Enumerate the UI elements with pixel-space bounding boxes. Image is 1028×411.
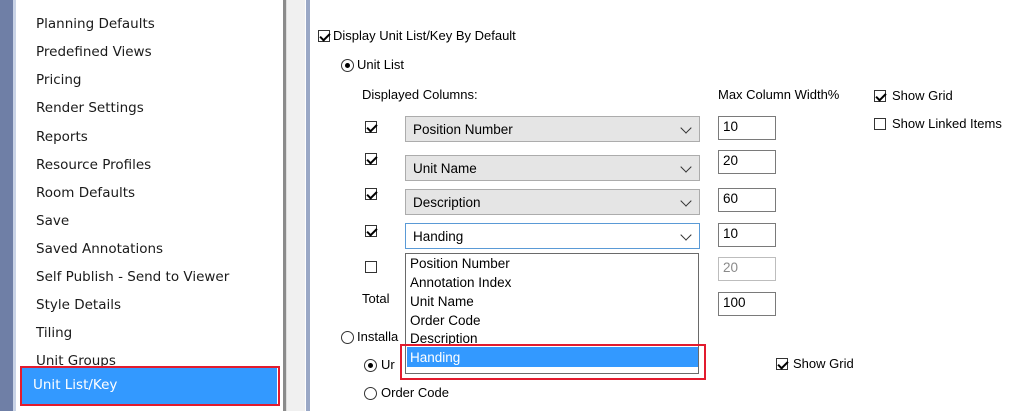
column-2-value: Unit Name xyxy=(413,161,477,176)
sidebar-item-self-publish[interactable]: Self Publish - Send to Viewer xyxy=(36,269,229,285)
show-grid-checkbox[interactable] xyxy=(874,90,886,102)
column-4-width-input[interactable]: 10 xyxy=(718,223,776,247)
dropdown-option-annotation-index[interactable]: Annotation Index xyxy=(410,275,511,290)
column-1-checkbox[interactable] xyxy=(365,121,377,133)
sidebar-item-room-defaults[interactable]: Room Defaults xyxy=(36,185,135,201)
highlight-annotation-dropdown xyxy=(400,344,706,380)
column-2-width-input[interactable]: 20 xyxy=(718,150,776,174)
sidebar-item-saved-annotations[interactable]: Saved Annotations xyxy=(36,241,163,257)
column-3-value: Description xyxy=(413,195,481,210)
panel-divider xyxy=(306,0,310,411)
column-4-select[interactable]: Handing xyxy=(405,223,700,249)
column-4-checkbox[interactable] xyxy=(365,225,377,237)
column-3-select[interactable]: Description xyxy=(405,189,700,215)
unit-sub-radio-label: Ur xyxy=(381,357,395,372)
chevron-down-icon xyxy=(680,229,692,241)
window-edge xyxy=(0,0,13,411)
max-column-width-label: Max Column Width% xyxy=(718,87,840,102)
total-label: Total xyxy=(362,291,390,306)
dropdown-option-position-number[interactable]: Position Number xyxy=(410,256,510,271)
sidebar-item-predefined-views[interactable]: Predefined Views xyxy=(36,44,152,60)
sidebar-item-pricing[interactable]: Pricing xyxy=(36,72,82,88)
sidebar-item-tiling[interactable]: Tiling xyxy=(36,325,72,341)
column-3-checkbox[interactable] xyxy=(365,188,377,200)
column-5-checkbox[interactable] xyxy=(365,261,377,273)
order-code-radio[interactable] xyxy=(364,387,377,400)
sidebar-item-planning-defaults[interactable]: Planning Defaults xyxy=(36,16,155,32)
column-1-width-input[interactable]: 10 xyxy=(718,116,776,140)
sidebar-item-resource-profiles[interactable]: Resource Profiles xyxy=(36,157,151,173)
chevron-down-icon xyxy=(680,122,692,134)
dropdown-option-unit-name[interactable]: Unit Name xyxy=(410,294,474,309)
column-2-checkbox[interactable] xyxy=(365,153,377,165)
chevron-down-icon xyxy=(680,195,692,207)
total-width-input[interactable]: 100 xyxy=(718,292,776,316)
options-category-list[interactable]: Planning Defaults Predefined Views Prici… xyxy=(16,0,283,411)
sidebar-item-render-settings[interactable]: Render Settings xyxy=(36,100,144,116)
sidebar-item-save[interactable]: Save xyxy=(36,213,69,229)
unit-list-radio-label: Unit List xyxy=(357,57,404,72)
column-4-value: Handing xyxy=(413,229,464,244)
installation-radio-label: Installa xyxy=(357,329,399,344)
display-default-checkbox[interactable] xyxy=(318,30,330,42)
column-1-value: Position Number xyxy=(413,122,513,137)
highlight-annotation-sidebar xyxy=(20,366,280,406)
display-default-label: Display Unit List/Key By Default xyxy=(333,28,516,43)
column-2-select[interactable]: Unit Name xyxy=(405,155,700,181)
displayed-columns-label: Displayed Columns: xyxy=(362,87,478,102)
column-5-width-input[interactable]: 20 xyxy=(718,257,776,281)
column-3-width-input[interactable]: 60 xyxy=(718,188,776,212)
show-linked-items-checkbox[interactable] xyxy=(874,118,886,130)
order-code-radio-label: Order Code xyxy=(381,385,449,400)
show-grid-2-checkbox[interactable] xyxy=(776,358,788,370)
unit-list-radio[interactable] xyxy=(341,59,354,72)
chevron-down-icon xyxy=(680,161,692,173)
column-1-select[interactable]: Position Number xyxy=(405,116,700,142)
show-grid-2-label: Show Grid xyxy=(793,356,854,371)
dropdown-option-description[interactable]: Description xyxy=(410,331,478,345)
show-linked-items-label: Show Linked Items xyxy=(892,116,1002,131)
installation-radio[interactable] xyxy=(341,331,354,344)
unit-sub-radio[interactable] xyxy=(364,359,377,372)
show-grid-label: Show Grid xyxy=(892,88,953,103)
dropdown-option-order-code[interactable]: Order Code xyxy=(410,313,481,328)
sidebar-item-style-details[interactable]: Style Details xyxy=(36,297,121,313)
sidebar-scrollbar[interactable] xyxy=(286,0,305,411)
sidebar-item-reports[interactable]: Reports xyxy=(36,129,88,145)
